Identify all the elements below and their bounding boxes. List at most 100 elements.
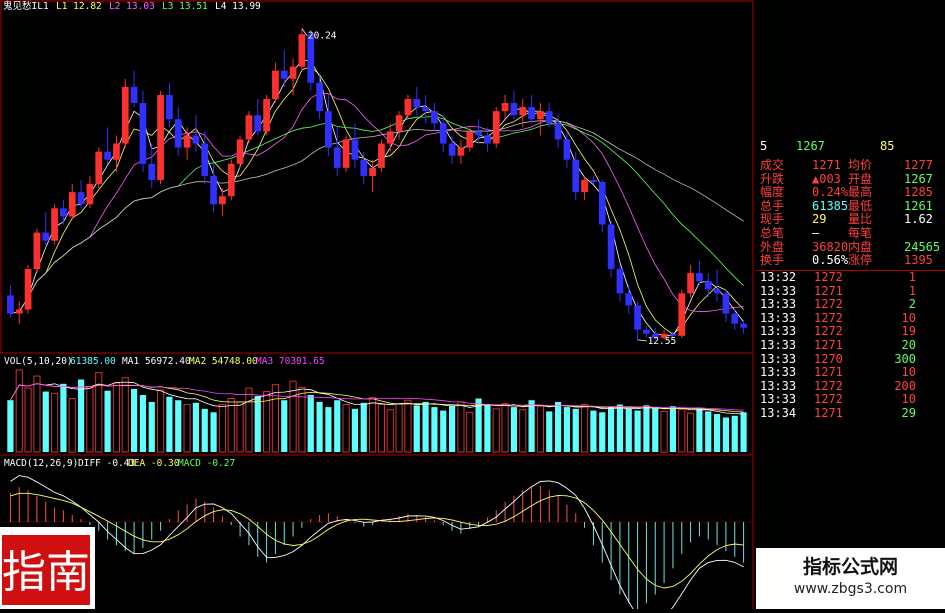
candle-body [316, 82, 323, 112]
macd-dea-line [10, 492, 744, 589]
quote-label: 外盘 [760, 239, 785, 254]
seal-logo: 指南 [0, 527, 95, 609]
candle-body [704, 281, 712, 290]
volume-bar [625, 408, 632, 452]
vol-ma1: MA1 56972.40 [122, 356, 191, 367]
volume-bar [183, 404, 191, 453]
quote-label: 总笔 [760, 226, 785, 240]
ma-line-10 [10, 92, 744, 314]
candle-body [492, 111, 500, 144]
tick-row: 13:33 1271 20 [756, 338, 945, 353]
tick-price: 1272 [814, 297, 843, 312]
tick-row: 13:33 1271 10 [756, 366, 945, 380]
volume-ma-20 [10, 383, 744, 411]
volume-bar [722, 417, 730, 452]
quote-value: 1267 [904, 171, 933, 186]
candle-body [696, 273, 703, 282]
quote-label: 总手 [760, 198, 785, 213]
tick-time: 13:33 [760, 338, 797, 352]
candle-body [104, 151, 111, 160]
volume-bar [616, 404, 624, 452]
macd-diff: DIFF -0.43 [78, 458, 135, 469]
indicator-value-l1: L1 12.82 [56, 1, 102, 12]
tick-row: 13:33 1272 10 [756, 393, 945, 407]
tick-row: 13:34 1271 29 [756, 406, 945, 421]
tick-row: 13:33 1271 1 [756, 283, 945, 299]
tick-time: 13:33 [760, 297, 797, 312]
watermark-url: www.zbgs3.com [793, 581, 908, 597]
volume-bar [236, 401, 244, 453]
volume-bar [121, 377, 129, 453]
candle-body [501, 103, 509, 112]
volume-bar [422, 401, 429, 452]
volume-bar [413, 405, 420, 452]
candle-body [528, 107, 535, 120]
candle-body [148, 163, 156, 180]
volume-bar [440, 410, 447, 452]
quote-label: 换手 [760, 253, 785, 268]
quote-row: 幅度 0.24% 最高 1285 [756, 186, 945, 200]
candle-body [325, 111, 332, 148]
indicator-value-l4: L4 13.99 [215, 1, 261, 12]
volume-bar [678, 409, 686, 453]
quote-top-index: 5 [760, 139, 768, 153]
candle-body [263, 99, 270, 132]
candle-body [121, 86, 129, 144]
tick-volume: 300 [894, 351, 916, 366]
volume-bar [368, 397, 377, 453]
volume-bar [643, 405, 650, 452]
indicator-header: 鬼见愁IL1 L1 12.82 L2 13.03 L3 13.51 L4 13.99 [3, 0, 261, 12]
candle-body [713, 289, 721, 294]
volume-bar [599, 412, 606, 452]
candle-body [439, 123, 447, 144]
candle-body [545, 111, 553, 124]
quote-separator [756, 270, 945, 271]
candle-body [342, 139, 350, 168]
tick-row: 13:32 1272 1 [756, 270, 945, 285]
volume-bar [33, 375, 41, 453]
tick-price: 1272 [814, 378, 843, 393]
quote-label: 成交 [760, 158, 785, 172]
candle-body [183, 135, 191, 148]
tick-volume: 1 [908, 283, 916, 298]
candle-body [581, 179, 588, 193]
candle-body [245, 115, 253, 140]
volume-bar [201, 408, 208, 452]
volume-bar [607, 407, 615, 452]
tick-volume: 29 [901, 406, 916, 420]
volume-bar [334, 400, 341, 452]
volume-bar [175, 400, 182, 452]
tick-time: 13:33 [760, 378, 797, 393]
quote-row: 换手 0.56% 涨停 1395 [756, 254, 945, 268]
volume-bar [696, 408, 703, 452]
tick-price: 1272 [814, 392, 843, 407]
volume-bar [519, 409, 527, 453]
candle-body [643, 329, 650, 334]
tick-volume: 10 [901, 310, 916, 325]
volume-bar [50, 392, 59, 453]
macd-dea: DEA -0.30 [128, 458, 180, 469]
tick-volume: 19 [901, 324, 916, 339]
volume-bar [377, 404, 386, 453]
indicator-name: 鬼见愁IL1 [3, 0, 49, 12]
candle-body [616, 269, 624, 294]
tick-price: 1271 [814, 338, 843, 352]
volume-bar [713, 414, 721, 452]
quote-top-price: 1267 [796, 139, 825, 153]
volume-bar [510, 407, 518, 452]
candle-body [431, 111, 438, 124]
tick-time: 13:34 [760, 406, 797, 420]
high-price-label: 20.24 [308, 31, 337, 42]
volume-bar [501, 403, 509, 453]
vol-value: 61385.00 [70, 356, 116, 367]
quote-value: 29 [812, 212, 827, 227]
candle-body [678, 293, 686, 336]
candle-body [60, 208, 67, 217]
candle-body [537, 111, 544, 120]
tick-volume: 1 [908, 270, 916, 284]
candle-body [210, 175, 217, 205]
volume-bar [24, 387, 32, 453]
candle-body [227, 163, 235, 197]
tick-row: 13:33 1272 2 [756, 298, 945, 312]
volume-bar [457, 401, 465, 453]
